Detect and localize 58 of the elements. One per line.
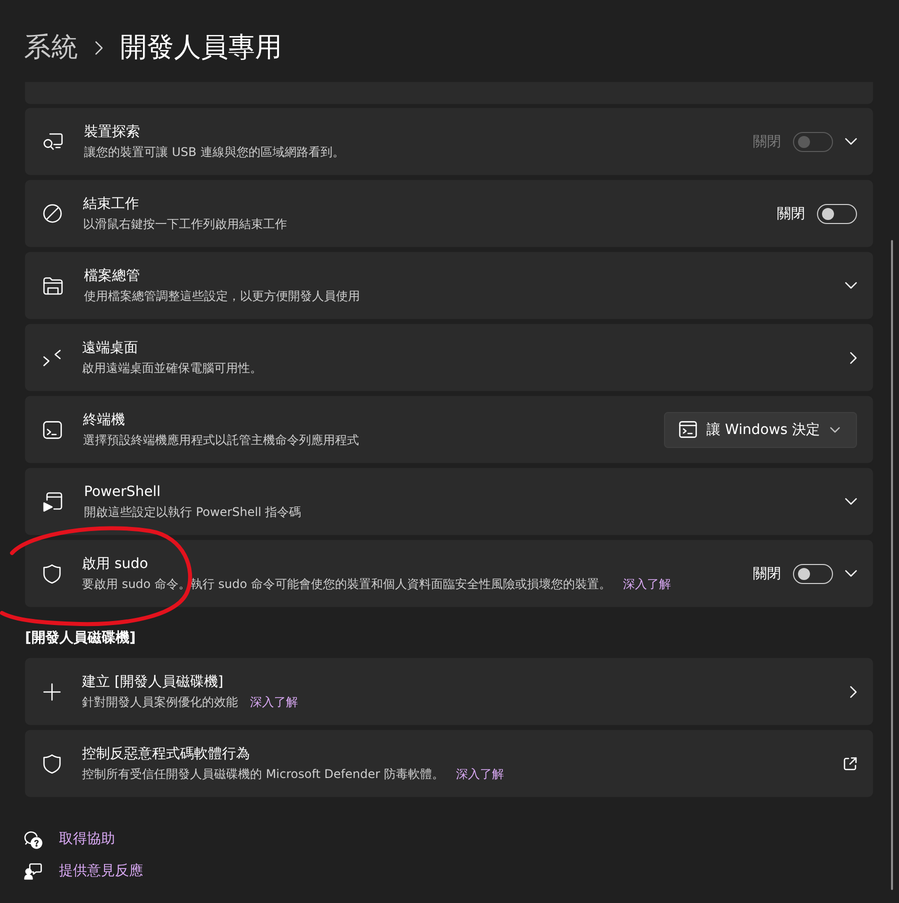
setting-description: 選擇預設終端機應用程式以託管主機命令列應用程式 <box>83 432 359 448</box>
settings-card[interactable]: 建立 [開發人員磁碟機] 針對開發人員案例優化的效能 深入了解 <box>25 658 873 725</box>
setting-title: 控制反惡意程式碼軟體行為 <box>82 744 251 764</box>
toggle-state-label: 關閉 <box>753 564 781 582</box>
setting-title: 終端機 <box>83 410 126 430</box>
settings-card[interactable]: 啟用 sudo 要啟用 sudo 命令。執行 sudo 命令可能會使您的裝置和個人資料面臨安全性風險或損壞您的裝置。 深入了解 關閉 <box>25 540 873 607</box>
folder-icon <box>43 276 63 294</box>
help-link[interactable]: 取得協助 <box>24 830 115 849</box>
plus-icon <box>43 682 61 700</box>
setting-title: 檔案總管 <box>84 266 141 286</box>
dropdown[interactable]: 讓 Windows 決定 <box>664 412 857 448</box>
external-link-icon[interactable] <box>843 756 857 770</box>
chevron-down-icon[interactable] <box>845 570 857 577</box>
settings-card[interactable]: PowerShell 開啟這些設定以執行 PowerShell 指令碼 <box>25 468 873 535</box>
setting-title: 建立 [開發人員磁碟機] <box>82 672 224 692</box>
learn-more-link[interactable]: 深入了解 <box>250 694 298 710</box>
settings-card[interactable]: 遠端桌面 啟用遠端桌面並確保電腦可用性。 <box>25 324 873 391</box>
setting-description: 針對開發人員案例優化的效能 <box>82 694 238 710</box>
window-play-icon <box>43 492 63 512</box>
setting-title: 結束工作 <box>83 194 140 214</box>
learn-more-link[interactable]: 深入了解 <box>456 766 504 782</box>
chevron-down-icon[interactable] <box>845 498 857 505</box>
chevron-down-icon[interactable] <box>845 282 857 289</box>
setting-description: 使用檔案總管調整這些設定，以更方便開發人員使用 <box>84 288 360 304</box>
page-title: 開發人員專用 <box>120 31 282 65</box>
terminal-icon <box>43 420 62 438</box>
prohibited-icon <box>43 204 62 223</box>
settings-card[interactable]: 檔案總管 使用檔案總管調整這些設定，以更方便開發人員使用 <box>25 252 873 319</box>
shield-icon <box>43 754 61 774</box>
scrollbar-thumb[interactable] <box>891 240 893 890</box>
section-heading: [開發人員磁碟機] <box>25 629 137 647</box>
learn-more-link[interactable]: 深入了解 <box>622 576 671 592</box>
setting-description: 開啟這些設定以執行 PowerShell 指令碼 <box>84 504 302 520</box>
feedback-link[interactable]: 提供意見反應 <box>24 862 143 881</box>
settings-card[interactable]: 控制反惡意程式碼軟體行為 控制所有受信任開發人員磁碟機的 Microsoft Defender 防毒軟體。 深入了解 <box>25 730 873 797</box>
shield-icon <box>43 564 61 584</box>
setting-title: PowerShell <box>84 482 162 502</box>
toggle-state-label: 關閉 <box>777 204 805 222</box>
setting-title: 裝置探索 <box>84 122 141 142</box>
chevron-right-icon[interactable] <box>850 686 857 698</box>
setting-title: 遠端桌面 <box>82 338 139 358</box>
breadcrumb-link[interactable]: 系統 <box>24 31 78 65</box>
toggle-state-label: 關閉 <box>753 132 781 150</box>
setting-description: 以滑鼠右鍵按一下工作列啟用結束工作 <box>83 216 287 232</box>
setting-description: 讓您的裝置可讓 USB 連線與您的區域網路看到。 <box>84 144 344 160</box>
setting-description: 控制所有受信任開發人員磁碟機的 Microsoft Defender 防毒軟體。 <box>82 766 444 782</box>
monitor-search-icon <box>43 132 63 150</box>
chevron-right-icon[interactable] <box>850 352 857 364</box>
feedback-icon <box>24 863 42 880</box>
setting-description: 啟用遠端桌面並確保電腦可用性。 <box>82 360 262 376</box>
chevron-down-icon[interactable] <box>845 138 857 145</box>
help-icon <box>24 830 42 848</box>
setting-description: 要啟用 sudo 命令。執行 sudo 命令可能會使您的裝置和個人資料面臨安全性風險或損壞您的裝置。 <box>82 576 611 592</box>
chevron-down-icon <box>830 426 840 432</box>
chevron-right-icon <box>95 41 103 55</box>
setting-title: 啟用 sudo <box>82 554 150 574</box>
chevrons-icon <box>43 348 61 366</box>
terminal-window-icon <box>678 421 697 438</box>
